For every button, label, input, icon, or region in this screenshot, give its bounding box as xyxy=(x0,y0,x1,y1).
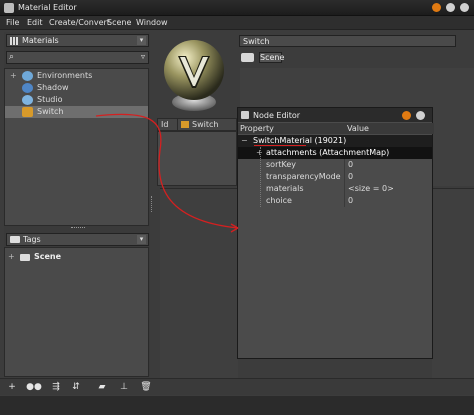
switch-node-icon[interactable]: ⇶ xyxy=(50,382,62,393)
bottom-toolbar: + ●● ⇶ ⇵ ▰ ⊥ 🗑 xyxy=(0,378,474,395)
material-group-icon[interactable]: ●● xyxy=(26,382,42,393)
status-bar xyxy=(0,396,474,415)
apply-icon[interactable]: ⊥ xyxy=(118,382,130,393)
trash-icon[interactable]: 🗑 xyxy=(140,382,152,393)
add-icon[interactable]: + xyxy=(6,382,18,393)
drag-arrow-annotation xyxy=(95,113,239,233)
scene-link-icon[interactable]: ⇵ xyxy=(70,382,82,393)
drag-arrow-path xyxy=(95,113,239,229)
folder-icon[interactable]: ▰ xyxy=(96,382,108,393)
